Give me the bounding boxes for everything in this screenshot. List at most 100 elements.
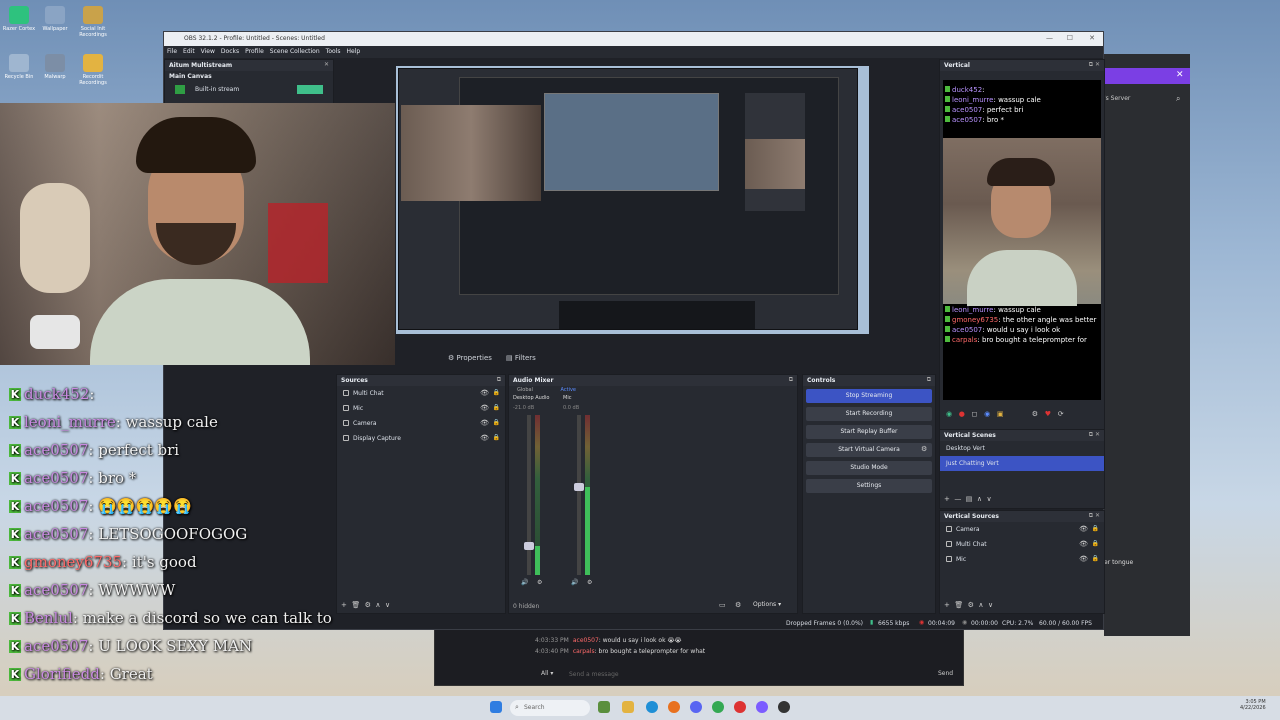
speaker-icon[interactable]: 🔊 <box>521 579 528 586</box>
remove-icon[interactable]: — <box>954 495 961 503</box>
gear-icon[interactable]: ⚙ <box>1032 410 1038 418</box>
source-item[interactable]: Camera 👁 🔒 <box>337 416 505 431</box>
speaker-icon[interactable]: 🔊 <box>571 579 578 586</box>
source-item[interactable]: Mic 👁 🔒 <box>337 401 505 416</box>
visibility-icon[interactable]: 👁 <box>480 434 489 442</box>
visibility-icon[interactable]: 👁 <box>480 389 489 397</box>
visibility-icon[interactable]: 👁 <box>1079 525 1088 533</box>
gear-icon[interactable]: ⚙ <box>537 579 542 586</box>
visibility-icon[interactable]: 👁 <box>1079 540 1088 548</box>
filters-button[interactable]: ▤ Filters <box>506 354 536 362</box>
add-icon[interactable]: + <box>944 601 950 609</box>
lock-icon[interactable]: 🔒 <box>493 419 500 426</box>
settings-button[interactable]: Settings <box>806 479 932 493</box>
maximize-icon[interactable]: ☐ <box>1067 34 1073 42</box>
lock-icon[interactable]: 🔒 <box>1092 555 1099 562</box>
pause-icon[interactable]: ◉ <box>946 410 952 418</box>
stream-icon[interactable]: ◉ <box>984 410 990 418</box>
lock-icon[interactable]: 🔒 <box>1092 540 1099 547</box>
lock-icon[interactable]: 🔒 <box>493 404 500 411</box>
move-down-icon[interactable]: ∨ <box>986 495 991 503</box>
desktop-icon[interactable]: Recycle Bin <box>2 54 36 80</box>
move-down-icon[interactable]: ∨ <box>385 601 390 609</box>
search-icon[interactable]: ⌕ <box>1176 94 1180 104</box>
gear-icon[interactable]: ⚙ <box>365 601 371 609</box>
menu-item[interactable]: Scene Collection <box>267 46 323 57</box>
add-icon[interactable]: + <box>341 601 347 609</box>
windows-start-icon[interactable] <box>490 701 502 713</box>
minimize-icon[interactable]: — <box>1046 34 1053 42</box>
lock-icon[interactable]: 🔒 <box>493 434 500 441</box>
move-up-icon[interactable]: ∧ <box>977 495 982 503</box>
menu-item[interactable]: Edit <box>180 46 198 57</box>
move-up-icon[interactable]: ∧ <box>375 601 380 609</box>
gear-icon[interactable]: ⚙ <box>968 601 974 609</box>
move-up-icon[interactable]: ∧ <box>978 601 983 609</box>
menu-item[interactable]: Profile <box>242 46 267 57</box>
visibility-icon[interactable]: 👁 <box>1079 555 1088 563</box>
record-icon[interactable]: ● <box>959 410 965 418</box>
app-icon[interactable] <box>734 701 746 713</box>
visibility-icon[interactable]: 👁 <box>480 419 489 427</box>
vertical-source-item[interactable]: Camera 👁 🔒 <box>940 522 1104 537</box>
studio-mode-button[interactable]: Studio Mode <box>806 461 932 475</box>
close-icon[interactable]: ⧉ ✕ <box>1089 431 1100 439</box>
close-icon[interactable]: ⧉ <box>789 376 793 384</box>
tab-active[interactable]: Active <box>561 387 576 393</box>
menu-item[interactable]: Docks <box>218 46 242 57</box>
menu-item[interactable]: View <box>198 46 218 57</box>
mixer-advanced-icon[interactable]: ⚙ <box>735 601 741 609</box>
volume-track[interactable] <box>577 415 581 575</box>
stop-streaming-button[interactable]: Stop Streaming <box>806 389 932 403</box>
messenger-icon[interactable] <box>756 701 768 713</box>
close-icon[interactable]: ⧉ ✕ <box>1089 512 1100 520</box>
chrome-icon[interactable] <box>712 701 724 713</box>
lock-icon[interactable]: 🔒 <box>493 389 500 396</box>
firefox-icon[interactable] <box>668 701 680 713</box>
volume-fader[interactable] <box>574 483 584 491</box>
menu-item[interactable]: Tools <box>323 46 344 57</box>
obs-icon[interactable] <box>778 701 790 713</box>
menu-item[interactable]: File <box>164 46 180 57</box>
menu-item[interactable]: Help <box>343 46 363 57</box>
close-icon[interactable]: ✕ <box>324 61 329 68</box>
volume-fader[interactable] <box>524 542 534 550</box>
lock-icon[interactable]: 🔒 <box>1092 525 1099 532</box>
scene-filter-icon[interactable]: ▤ <box>966 495 973 503</box>
close-icon[interactable]: ⧉ ✕ <box>1089 61 1100 69</box>
gear-icon[interactable]: ⚙ <box>921 445 927 453</box>
close-icon[interactable]: ⧉ <box>497 376 501 384</box>
chat-input[interactable]: Send a message <box>569 671 619 678</box>
close-icon[interactable]: ⧉ <box>927 376 931 384</box>
desktop-icon[interactable]: Razer Cortex <box>2 6 36 32</box>
volume-track[interactable] <box>527 415 531 575</box>
visibility-icon[interactable]: 👁 <box>480 404 489 412</box>
remove-icon[interactable]: 🗑 <box>351 601 360 609</box>
chat-filter[interactable]: All ▾ <box>541 670 553 677</box>
desktop-icon[interactable]: Malwarp <box>38 54 72 80</box>
taskbar-search[interactable]: ⌕ Search <box>510 700 590 716</box>
vertical-source-item[interactable]: Multi Chat 👁 🔒 <box>940 537 1104 552</box>
move-down-icon[interactable]: ∨ <box>988 601 993 609</box>
properties-button[interactable]: ⚙ Properties <box>448 354 492 362</box>
remove-icon[interactable]: 🗑 <box>954 601 963 609</box>
options-button[interactable]: Options ▾ <box>753 601 781 608</box>
add-icon[interactable]: + <box>944 495 950 503</box>
mixer-layout-icon[interactable]: ▭ <box>719 601 726 609</box>
refresh-icon[interactable]: ⟳ <box>1058 410 1064 418</box>
discord-icon[interactable] <box>690 701 702 713</box>
vertical-scene-item[interactable]: Desktop Vert <box>940 441 1104 456</box>
folder-icon[interactable]: ▣ <box>997 410 1004 418</box>
edge-icon[interactable] <box>646 701 658 713</box>
start-replay-buffer-button[interactable]: Start Replay Buffer <box>806 425 932 439</box>
send-button[interactable]: Send <box>938 670 953 677</box>
gear-icon[interactable]: ⚙ <box>587 579 592 586</box>
tab-global[interactable]: Global <box>517 387 533 393</box>
close-icon[interactable]: ✕ <box>1089 34 1095 42</box>
start-virtual-camera-button[interactable]: Start Virtual Camera <box>806 443 932 457</box>
file-explorer-icon[interactable] <box>622 701 634 713</box>
close-icon[interactable]: ✕ <box>1176 70 1184 80</box>
heart-icon[interactable]: ♥ <box>1045 410 1051 418</box>
stop-icon[interactable]: ◻ <box>972 410 978 418</box>
source-item[interactable]: Multi Chat 👁 🔒 <box>337 386 505 401</box>
